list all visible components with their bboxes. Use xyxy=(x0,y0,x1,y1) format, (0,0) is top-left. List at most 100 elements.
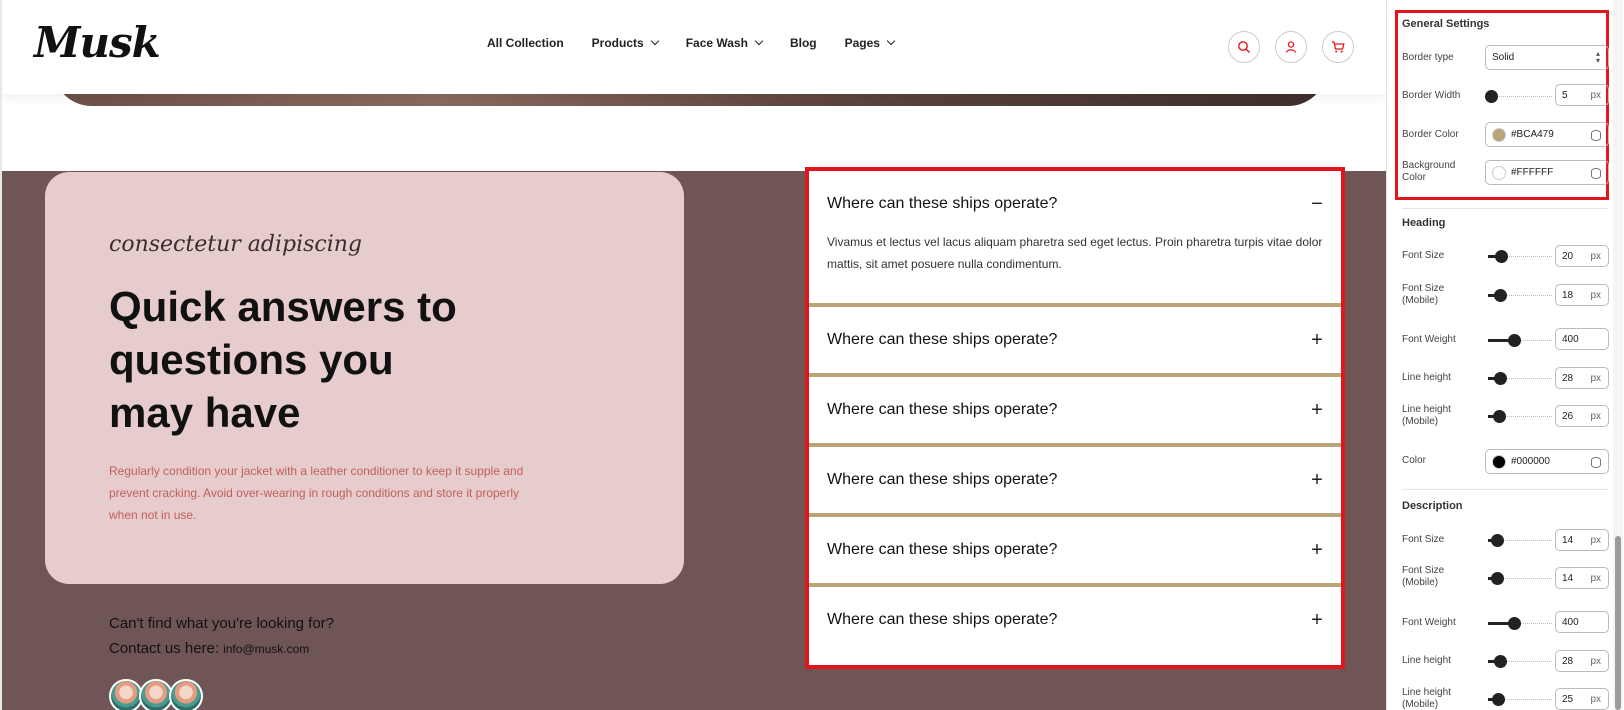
global-color-icon[interactable] xyxy=(1591,457,1601,468)
desc-font-size-mobile-label: Font Size (Mobile) xyxy=(1402,565,1445,588)
heading-line-height-input[interactable]: 28 px xyxy=(1555,367,1609,389)
desc-font-size-slider[interactable] xyxy=(1488,534,1552,547)
cart-button[interactable] xyxy=(1322,31,1354,63)
slider-knob[interactable] xyxy=(1493,410,1506,423)
desc-line-height-mobile-slider[interactable] xyxy=(1488,693,1552,706)
faq-question-row[interactable]: Where can these ships operate? − xyxy=(809,171,1341,237)
account-button[interactable] xyxy=(1275,31,1307,63)
slider-knob[interactable] xyxy=(1492,693,1505,706)
heading-font-weight-slider[interactable] xyxy=(1488,334,1552,347)
contact-email-link[interactable]: info@musk.com xyxy=(223,642,309,656)
section-divider xyxy=(1402,208,1608,209)
color-swatch[interactable] xyxy=(1492,455,1506,469)
nav-pages[interactable]: Pages xyxy=(845,36,896,50)
slider-knob[interactable] xyxy=(1508,617,1521,630)
border-width-input[interactable]: 5 px xyxy=(1555,84,1609,106)
faq-eyebrow: consectetur adipiscing xyxy=(109,232,362,257)
slider-knob[interactable] xyxy=(1495,250,1508,263)
heading-font-size-mobile-label: Font Size (Mobile) xyxy=(1402,283,1445,306)
nav-face-wash[interactable]: Face Wash xyxy=(686,36,764,50)
faq-question-row[interactable]: Where can these ships operate? + xyxy=(809,587,1341,653)
cant-find-text: Can't find what you're looking for? xyxy=(109,615,335,632)
chevron-down-icon xyxy=(886,36,896,46)
heading-section-title: Heading xyxy=(1402,217,1446,229)
faq-title: Quick answers to questions you may have xyxy=(109,283,457,436)
heading-font-weight-input[interactable]: 400 xyxy=(1555,328,1609,350)
plus-icon[interactable]: + xyxy=(1309,329,1325,352)
heading-line-height-mobile-slider[interactable] xyxy=(1488,410,1552,423)
search-button[interactable] xyxy=(1228,31,1260,63)
heading-line-height-mobile-input[interactable]: 26 px xyxy=(1555,405,1609,427)
slider-knob[interactable] xyxy=(1494,655,1507,668)
desc-font-weight-input[interactable]: 400 xyxy=(1555,611,1609,633)
heading-line-height-label: Line height xyxy=(1402,372,1451,383)
heading-color-input[interactable]: #000000 xyxy=(1485,449,1609,474)
nav-all-collection[interactable]: All Collection xyxy=(487,36,564,50)
site-logo[interactable]: Musk xyxy=(34,18,161,67)
background-color-input[interactable]: #FFFFFF xyxy=(1485,160,1609,185)
faq-question-row[interactable]: Where can these ships operate? + xyxy=(809,377,1341,443)
heading-font-size-mobile-input[interactable]: 18 px xyxy=(1555,284,1609,306)
desc-font-size-input[interactable]: 14 px xyxy=(1555,529,1609,551)
desc-font-size-mobile-slider[interactable] xyxy=(1488,572,1552,585)
settings-panel: General Settings Border type Solid ▴ ▾ Bor… xyxy=(1386,0,1624,710)
global-color-icon[interactable] xyxy=(1591,168,1601,179)
page-canvas: Musk All Collection Products Face Wash B… xyxy=(0,0,1386,710)
nav-products[interactable]: Products xyxy=(592,36,659,50)
slider-knob[interactable] xyxy=(1491,572,1504,585)
faq-item[interactable]: Where can these ships operate? + xyxy=(809,377,1341,447)
avatar xyxy=(169,679,203,710)
header-actions xyxy=(1228,31,1354,63)
minus-icon[interactable]: − xyxy=(1309,193,1325,216)
heading-font-size-mobile-slider[interactable] xyxy=(1488,289,1552,302)
slider-knob[interactable] xyxy=(1494,372,1507,385)
background-color-label: Background Color xyxy=(1402,160,1456,183)
slider-knob[interactable] xyxy=(1491,534,1504,547)
panel-scrollbar-thumb[interactable] xyxy=(1615,536,1621,710)
color-swatch[interactable] xyxy=(1492,128,1506,142)
faq-question-row[interactable]: Where can these ships operate? + xyxy=(809,517,1341,583)
heading-font-size-input[interactable]: 20 px xyxy=(1555,245,1609,267)
faq-question-row[interactable]: Where can these ships operate? + xyxy=(809,307,1341,373)
slider-knob[interactable] xyxy=(1494,289,1507,302)
desc-line-height-slider[interactable] xyxy=(1488,655,1552,668)
desc-line-height-mobile-label: Line height (Mobile) xyxy=(1402,687,1451,710)
user-icon xyxy=(1285,41,1297,53)
desc-line-height-input[interactable]: 28 px xyxy=(1555,650,1609,672)
site-header: Musk All Collection Products Face Wash B… xyxy=(2,0,1386,94)
faq-description: Regularly condition your jacket with a l… xyxy=(109,464,524,522)
faq-item[interactable]: Where can these ships operate? + xyxy=(809,447,1341,517)
cart-icon xyxy=(1332,41,1345,53)
color-swatch[interactable] xyxy=(1492,166,1506,180)
nav-blog[interactable]: Blog xyxy=(790,36,817,50)
main-nav: All Collection Products Face Wash Blog P… xyxy=(487,36,922,50)
section-divider xyxy=(1402,489,1608,490)
plus-icon[interactable]: + xyxy=(1309,399,1325,422)
desc-font-size-mobile-input[interactable]: 14 px xyxy=(1555,567,1609,589)
border-color-input[interactable]: #BCA479 xyxy=(1485,122,1609,147)
heading-font-size-slider[interactable] xyxy=(1488,250,1552,263)
plus-icon[interactable]: + xyxy=(1309,609,1325,632)
plus-icon[interactable]: + xyxy=(1309,539,1325,562)
border-type-select[interactable]: Solid ▴ ▾ xyxy=(1485,45,1609,70)
faq-item[interactable]: Where can these ships operate? + xyxy=(809,587,1341,653)
select-arrows-icon: ▴ ▾ xyxy=(1595,49,1600,65)
desc-font-weight-slider[interactable] xyxy=(1488,617,1552,630)
border-width-label: Border Width xyxy=(1402,90,1461,101)
desc-line-height-mobile-input[interactable]: 25 px xyxy=(1555,688,1609,710)
description-section-title: Description xyxy=(1402,500,1463,512)
faq-item[interactable]: Where can these ships operate? + xyxy=(809,517,1341,587)
general-settings-title: General Settings xyxy=(1402,18,1490,30)
heading-line-height-slider[interactable] xyxy=(1488,372,1552,385)
faq-item[interactable]: Where can these ships operate? − Vivamus … xyxy=(809,171,1341,307)
faq-question-row[interactable]: Where can these ships operate? + xyxy=(809,447,1341,513)
plus-icon[interactable]: + xyxy=(1309,469,1325,492)
faq-item[interactable]: Where can these ships operate? + xyxy=(809,307,1341,377)
border-width-slider[interactable] xyxy=(1485,90,1552,103)
slider-knob[interactable] xyxy=(1508,334,1521,347)
border-type-label: Border type xyxy=(1402,52,1454,63)
desc-font-weight-label: Font Weight xyxy=(1402,617,1456,628)
slider-knob[interactable] xyxy=(1485,90,1498,103)
heading-font-weight-label: Font Weight xyxy=(1402,334,1456,345)
global-color-icon[interactable] xyxy=(1591,130,1601,141)
